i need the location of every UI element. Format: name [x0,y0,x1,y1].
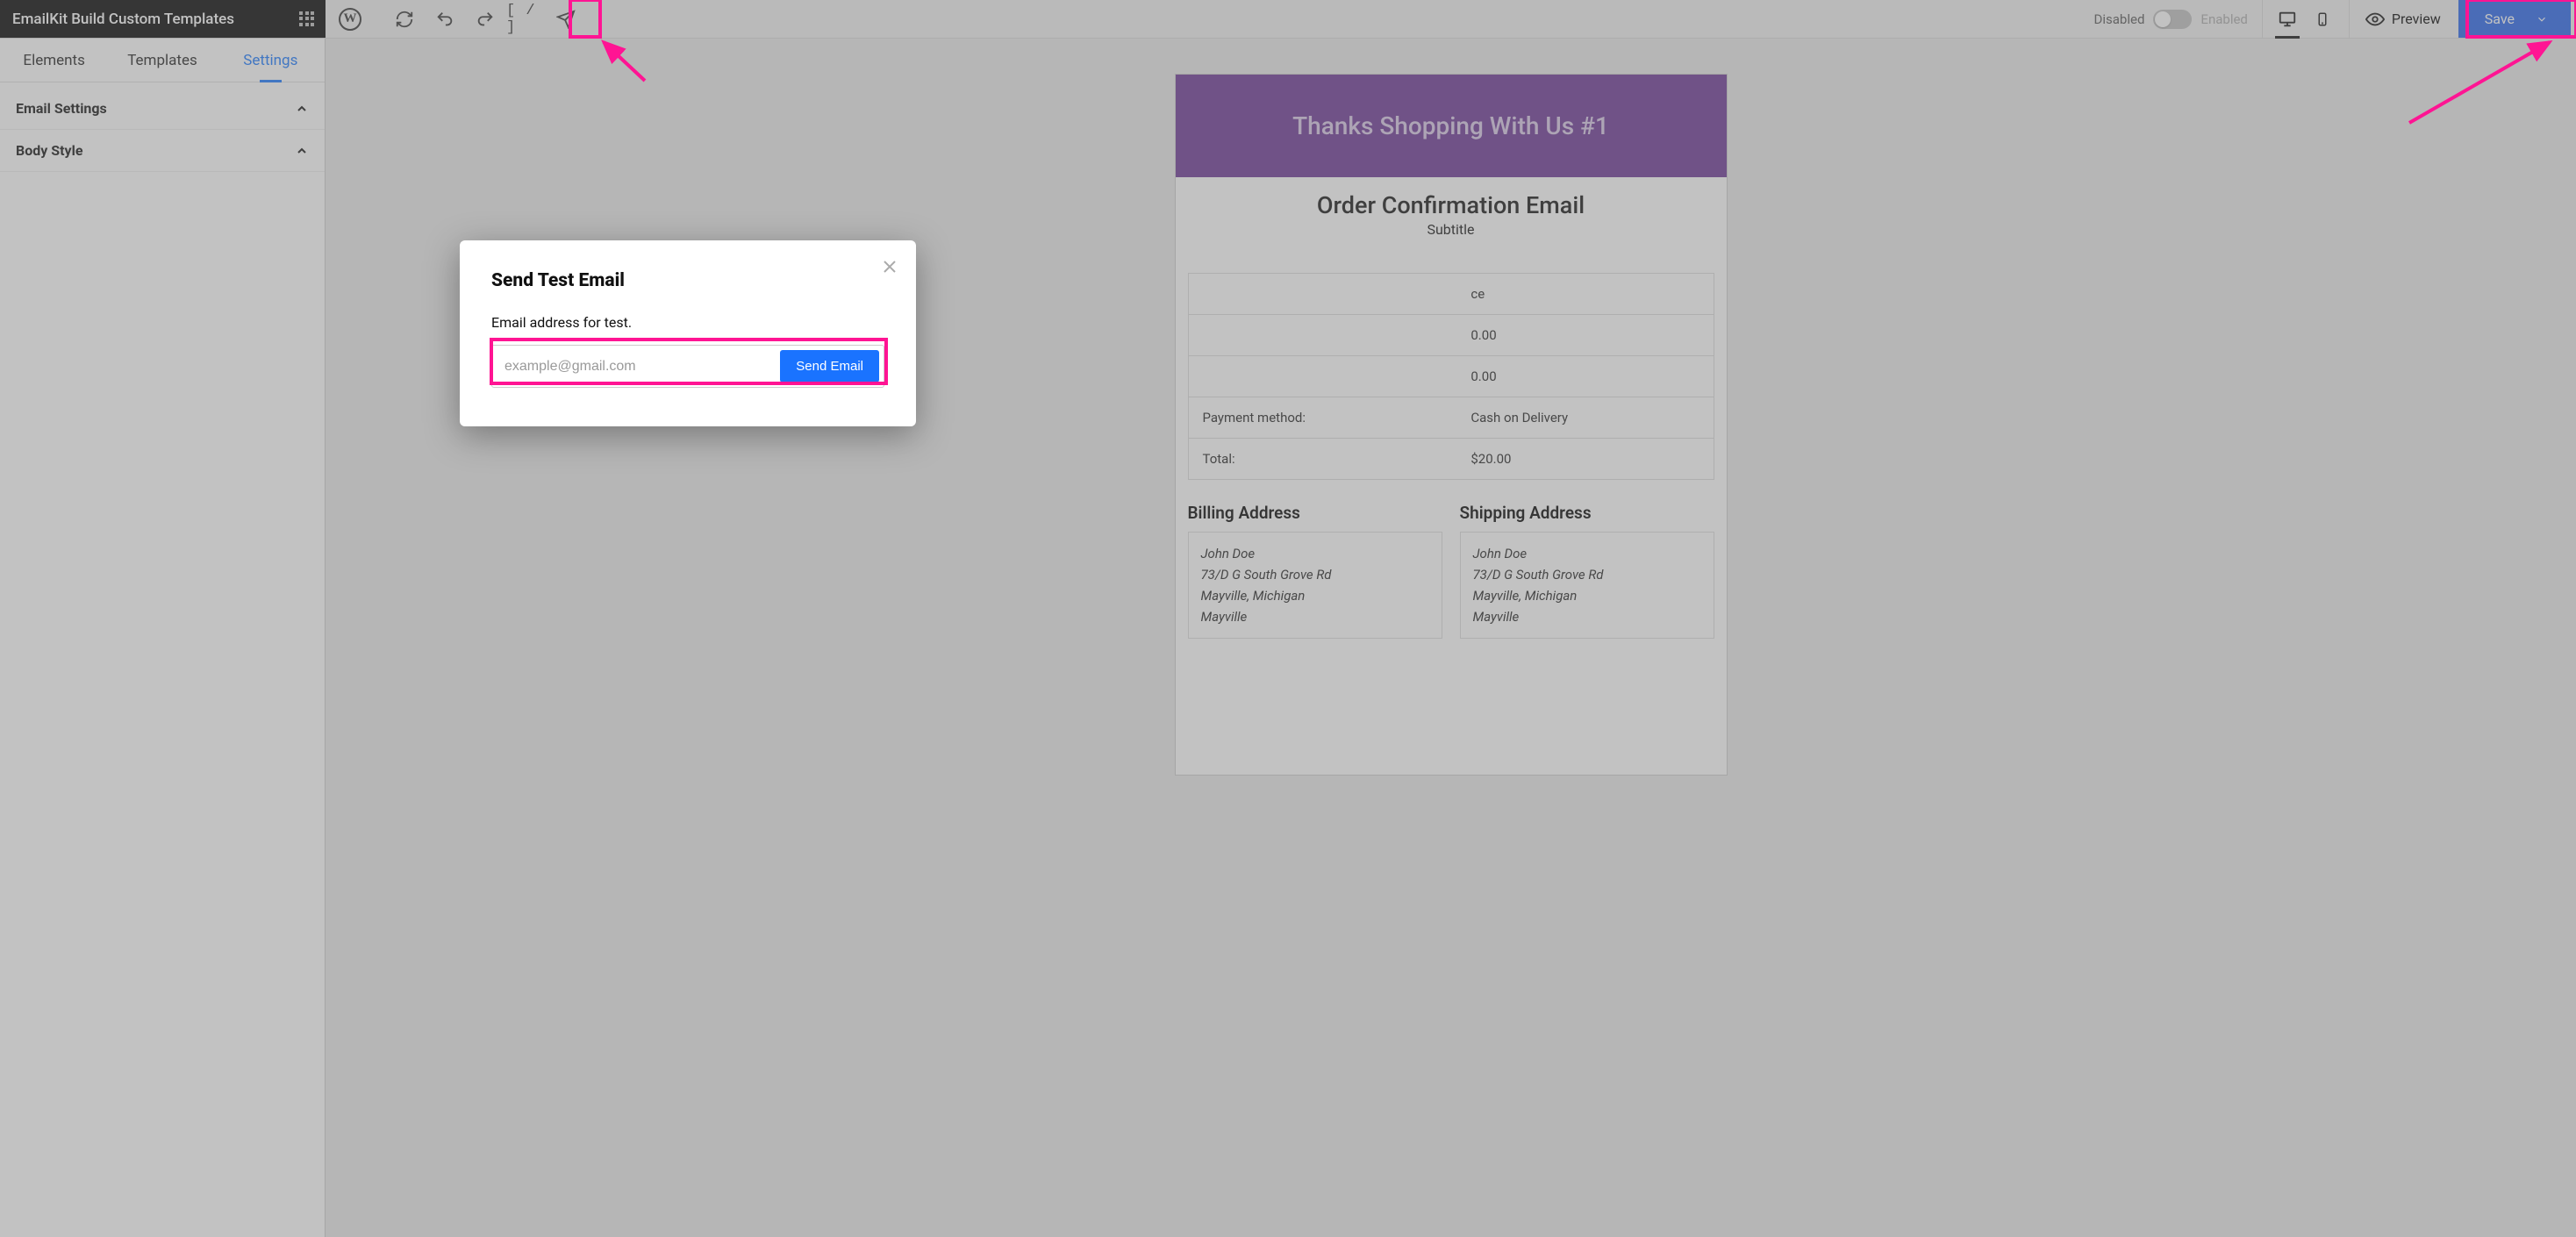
preview-label: Preview [2392,11,2441,27]
order-table: ce 0.00 0.00 Payment method:Cash on Deli… [1188,273,1714,480]
undo-icon[interactable] [426,0,464,39]
save-button[interactable]: Save [2458,0,2571,38]
shortcode-icon[interactable]: [ / ] [506,0,545,39]
apps-icon[interactable] [289,11,326,27]
table-row: Payment method:Cash on Delivery [1188,397,1714,439]
send-icon[interactable] [547,0,585,39]
table-row: ce [1188,274,1714,315]
eye-icon [2365,10,2385,29]
modal-title: Send Test Email [491,270,884,291]
tab-templates[interactable]: Templates [108,39,216,82]
disabled-label: Disabled [2094,11,2145,27]
table-row: 0.00 [1188,356,1714,397]
accordion-label: Body Style [16,142,82,159]
preview-button[interactable]: Preview [2349,0,2457,38]
redo-icon[interactable] [466,0,504,39]
table-row: 0.00 [1188,315,1714,356]
billing-heading: Billing Address [1188,503,1442,523]
accordion-email-settings[interactable]: Email Settings [0,88,325,130]
email-preview: Thanks Shopping With Us #1 Order Confirm… [1175,74,1728,776]
send-test-email-modal: Send Test Email Email address for test. … [460,240,916,426]
enable-toggle[interactable] [2153,10,2192,29]
chevron-up-icon [295,102,309,116]
billing-address: John Doe 73/D G South Grove Rd Mayville,… [1188,532,1442,639]
shipping-heading: Shipping Address [1460,503,1714,523]
tab-settings[interactable]: Settings [217,39,325,82]
send-email-button[interactable]: Send Email [780,350,879,383]
email-subtitle: Subtitle [1188,221,1714,238]
chevron-up-icon [295,144,309,158]
email-title: Order Confirmation Email [1188,191,1714,219]
refresh-icon[interactable] [385,0,424,39]
accordion-body-style[interactable]: Body Style [0,130,325,172]
table-row: Total:$20.00 [1188,439,1714,480]
close-icon[interactable] [879,256,900,277]
shipping-address: John Doe 73/D G South Grove Rd Mayville,… [1460,532,1714,639]
mobile-device-icon[interactable] [2305,0,2340,39]
modal-label: Email address for test. [491,314,884,331]
desktop-device-icon[interactable] [2270,0,2305,39]
email-banner: Thanks Shopping With Us #1 [1176,75,1727,177]
chevron-down-icon [2536,13,2548,25]
wordpress-icon[interactable]: W [331,0,369,39]
tab-elements[interactable]: Elements [0,39,108,82]
enabled-label: Enabled [2200,11,2247,27]
accordion-label: Email Settings [16,100,107,117]
save-label: Save [2485,11,2515,27]
test-email-input[interactable] [504,359,780,375]
brand-title: EmailKit Build Custom Templates [12,11,234,28]
